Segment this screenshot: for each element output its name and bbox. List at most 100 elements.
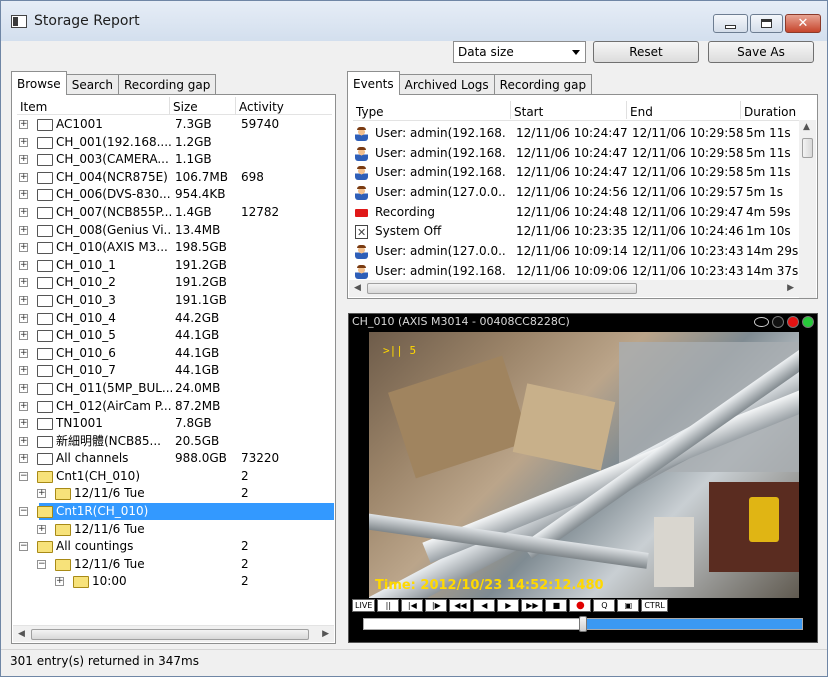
tree-row[interactable]: + CH_010_5 44.1GB xyxy=(17,327,332,345)
expand-icon[interactable]: + xyxy=(19,225,28,235)
tree-row[interactable]: − 12/11/6 Tue 2 xyxy=(17,556,332,574)
expand-icon[interactable]: + xyxy=(19,331,28,341)
expand-icon[interactable]: + xyxy=(19,260,28,270)
tab-browse[interactable]: Browse xyxy=(11,71,67,95)
scroll-left-icon[interactable]: ◀ xyxy=(354,283,361,293)
minimize-button[interactable] xyxy=(713,14,748,33)
column-header-start[interactable]: Start xyxy=(511,101,627,119)
stop-button[interactable]: ■ xyxy=(545,599,568,612)
tree-row[interactable]: + CH_011(5MP_BUL... 24.0MB xyxy=(17,380,332,398)
tree-row[interactable]: − Cnt1(CH_010) 2 xyxy=(17,468,332,486)
tab-archived-logs[interactable]: Archived Logs xyxy=(398,74,495,95)
expand-icon[interactable]: + xyxy=(55,577,64,587)
scroll-left-icon[interactable]: ◀ xyxy=(18,629,25,639)
expand-icon[interactable]: + xyxy=(19,278,28,288)
tree-horizontal-scrollbar[interactable]: ◀ ▶ xyxy=(13,625,334,642)
expand-icon[interactable]: + xyxy=(19,454,28,464)
tree-row[interactable]: + CH_010_4 44.2GB xyxy=(17,310,332,328)
column-header-end[interactable]: End xyxy=(627,101,741,119)
playback-timeline[interactable] xyxy=(363,616,803,632)
expand-icon[interactable]: + xyxy=(19,436,28,446)
tree-row[interactable]: +12/11/6 Tue xyxy=(17,521,332,539)
expand-icon[interactable]: + xyxy=(37,524,46,534)
event-row[interactable]: User: admin(127.0.0.... 12/11/06 10:09:14… xyxy=(353,242,799,262)
snapshot-button[interactable]: ▣ xyxy=(617,599,640,612)
expand-icon[interactable]: + xyxy=(19,172,28,182)
tree-row[interactable]: + 新細明體(NCB85... 20.5GB xyxy=(17,433,332,451)
title-bar[interactable]: Storage Report ✕ xyxy=(1,1,827,41)
data-size-select[interactable]: Data size xyxy=(453,41,586,63)
collapse-icon[interactable]: − xyxy=(37,559,46,569)
zoom-button[interactable]: Q xyxy=(593,599,616,612)
expand-icon[interactable]: + xyxy=(19,366,28,376)
tree-row[interactable]: + CH_010_2 191.2GB xyxy=(17,274,332,292)
collapse-icon[interactable]: − xyxy=(19,542,28,552)
tree-row[interactable]: +10:00 2 xyxy=(17,573,332,591)
expand-icon[interactable]: + xyxy=(19,243,28,253)
event-row[interactable]: User: admin(192.168.... 12/11/06 10:24:47… xyxy=(353,144,799,164)
scroll-thumb[interactable] xyxy=(31,629,309,640)
column-header-type[interactable]: Type xyxy=(353,101,511,119)
column-header-item[interactable]: Item xyxy=(17,97,170,115)
tab-recording-gap[interactable]: Recording gap xyxy=(117,74,217,95)
event-row[interactable]: User: admin(192.168.... 12/11/06 10:09:06… xyxy=(353,262,799,282)
event-row[interactable]: User: admin(192.168.... 12/11/06 10:24:47… xyxy=(353,163,799,183)
event-row[interactable]: User: admin(192.168.... 12/11/06 10:24:47… xyxy=(353,124,799,144)
tree-row[interactable]: + CH_008(Genius Vi... 13.4MB xyxy=(17,222,332,240)
play-reverse-button[interactable]: ◀ xyxy=(473,599,496,612)
scroll-right-icon[interactable]: ▶ xyxy=(787,283,794,293)
expand-icon[interactable]: + xyxy=(19,207,28,217)
step-forward-button[interactable]: |▶ xyxy=(425,599,448,612)
reset-button[interactable]: Reset xyxy=(593,41,699,63)
tree-row[interactable]: + CH_010_3 191.1GB xyxy=(17,292,332,310)
events-vertical-scrollbar[interactable]: ▲ xyxy=(799,120,816,298)
events-horizontal-scrollbar[interactable]: ◀ ▶ xyxy=(349,280,799,297)
tree-row[interactable]: − Cnt1R(CH_010) xyxy=(17,503,334,521)
expand-icon[interactable]: + xyxy=(19,120,28,129)
tree-row[interactable]: + CH_003(CAMERA... 1.1GB xyxy=(17,151,332,169)
camera-video-feed[interactable]: >|| 5 Time: 2012/10/23 14:52:12.480 xyxy=(369,332,799,598)
tab-recording-gap-events[interactable]: Recording gap xyxy=(493,74,593,95)
tree-row[interactable]: + CH_010_1 191.2GB xyxy=(17,257,332,275)
close-button[interactable]: ✕ xyxy=(785,14,821,33)
fast-forward-button[interactable]: ▶▶ xyxy=(521,599,544,612)
column-header-size[interactable]: Size xyxy=(170,97,236,115)
live-button[interactable]: LIVE xyxy=(352,599,376,612)
event-row[interactable]: Recording 12/11/06 10:24:48 12/11/06 10:29… xyxy=(353,203,799,223)
tab-search[interactable]: Search xyxy=(65,74,119,95)
expand-icon[interactable]: + xyxy=(19,295,28,305)
scroll-thumb[interactable] xyxy=(802,138,813,158)
expand-icon[interactable]: + xyxy=(19,401,28,411)
tree-row[interactable]: +12/11/6 Tue 2 xyxy=(17,485,332,503)
expand-icon[interactable]: + xyxy=(19,419,28,429)
expand-icon[interactable]: + xyxy=(37,489,46,499)
expand-icon[interactable]: + xyxy=(19,155,28,165)
step-back-button[interactable]: |◀ xyxy=(401,599,424,612)
tree-row[interactable]: + CH_012(AirCam P... 87.2MB xyxy=(17,398,332,416)
expand-icon[interactable]: + xyxy=(19,190,28,200)
collapse-icon[interactable]: − xyxy=(19,507,28,517)
tree-row[interactable]: + All channels 988.0GB 73220 xyxy=(17,450,332,468)
expand-icon[interactable]: + xyxy=(19,137,28,147)
tab-events[interactable]: Events xyxy=(347,71,400,95)
scroll-up-icon[interactable]: ▲ xyxy=(803,122,810,132)
record-button[interactable]: ● xyxy=(569,599,592,612)
timeline-slider-handle[interactable] xyxy=(579,616,587,632)
event-row[interactable]: System Off 12/11/06 10:23:35 12/11/06 10:2… xyxy=(353,222,799,242)
event-row[interactable]: User: admin(127.0.0.... 12/11/06 10:24:56… xyxy=(353,183,799,203)
maximize-button[interactable] xyxy=(750,14,783,33)
collapse-icon[interactable]: − xyxy=(19,471,28,481)
scroll-thumb[interactable] xyxy=(367,283,637,294)
tree-row[interactable]: + CH_001(192.168.... 1.2GB xyxy=(17,134,332,152)
expand-icon[interactable]: + xyxy=(19,383,28,393)
play-button[interactable]: ▶ xyxy=(497,599,520,612)
column-header-duration[interactable]: Duration xyxy=(741,101,799,119)
expand-icon[interactable]: + xyxy=(19,348,28,358)
tree-row[interactable]: + CH_006(DVS-830... 954.4KB xyxy=(17,186,332,204)
column-header-activity[interactable]: Activity xyxy=(236,97,332,115)
tree-row[interactable]: + CH_004(NCR875E) 106.7MB 698 xyxy=(17,169,332,187)
scroll-right-icon[interactable]: ▶ xyxy=(322,629,329,639)
ctrl-button[interactable]: CTRL xyxy=(641,599,668,612)
tree-row[interactable]: + CH_010_7 44.1GB xyxy=(17,362,332,380)
eye-icon[interactable] xyxy=(754,317,769,327)
